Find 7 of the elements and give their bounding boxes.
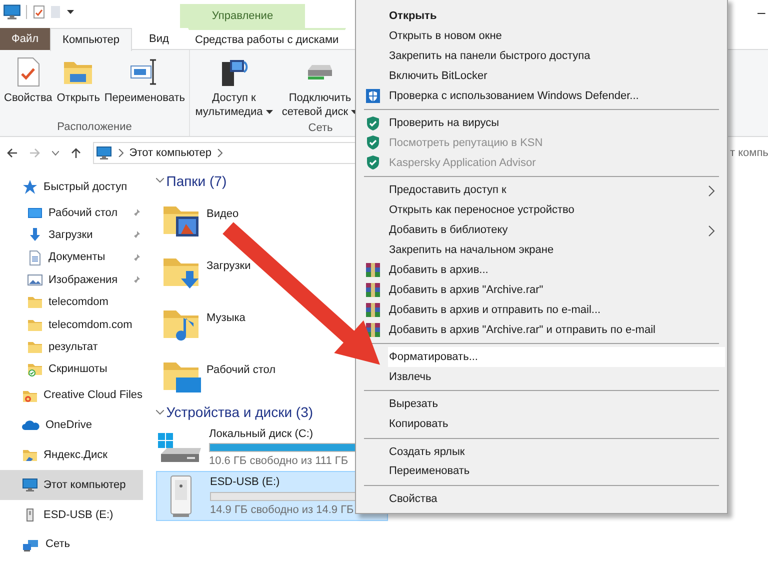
group-label: Сеть (308, 120, 333, 136)
drive-name: ESD-USB (E:) (210, 475, 280, 490)
contextual-tab-group-label: Управление (180, 4, 305, 28)
free-space-text: 10.6 ГБ свободно из 111 ГБ (209, 454, 348, 469)
drive-name: Локальный диск (C:) (209, 427, 314, 442)
free-space-text: 14.9 ГБ свободно из 14.9 ГБ (210, 502, 354, 518)
group-label: Расположение (57, 120, 132, 134)
